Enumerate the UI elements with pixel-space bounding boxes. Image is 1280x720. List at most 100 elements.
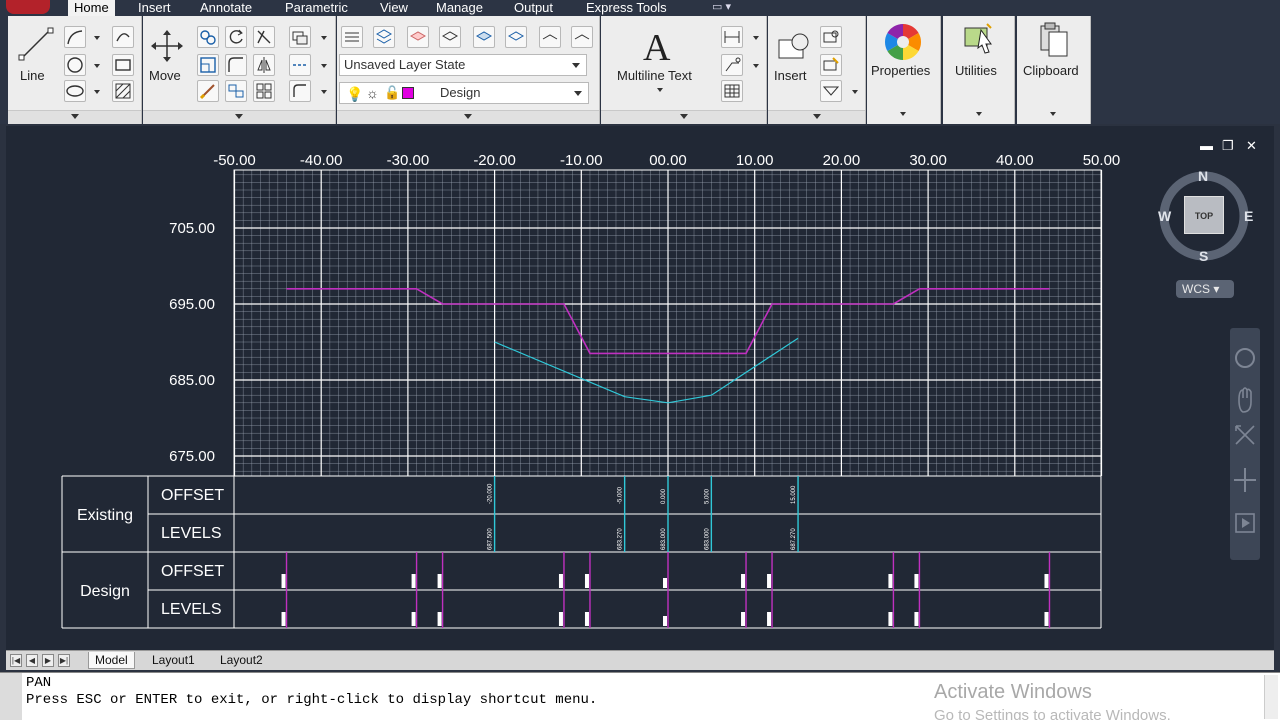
showmotion-icon[interactable] <box>1230 508 1260 542</box>
layer-lock-icon[interactable] <box>571 26 593 48</box>
tab-view[interactable]: View <box>380 0 408 16</box>
tab-annotate[interactable]: Annotate <box>200 0 252 16</box>
fillet-icon[interactable] <box>225 54 247 76</box>
tab-express-tools[interactable]: Express Tools <box>586 0 667 16</box>
drawing-canvas[interactable]: -50.00 -40.00 -30.00 -20.00 -10.00 00.00 10.00… <box>6 126 1274 650</box>
ellipse-dropdown-icon[interactable] <box>94 90 100 94</box>
attribute-dropdown-icon[interactable] <box>852 90 858 94</box>
polyline-icon[interactable] <box>64 26 86 48</box>
layer-properties-icon[interactable] <box>341 26 363 48</box>
circle-icon[interactable] <box>64 54 86 76</box>
utilities-label: Utilities <box>955 63 997 78</box>
line-icon[interactable] <box>16 24 56 64</box>
existing-level-label: 683.000 <box>661 528 667 550</box>
ribbon-minimize-icon[interactable]: ▭ ▾ <box>712 0 731 13</box>
zoom-extents-icon[interactable] <box>1230 420 1260 454</box>
layer-state-dropdown[interactable]: Unsaved Layer State <box>339 54 587 76</box>
stretch-icon[interactable] <box>197 54 219 76</box>
move-icon[interactable] <box>149 28 185 64</box>
mirror-icon[interactable] <box>253 54 275 76</box>
viewcube-top-face[interactable]: TOP <box>1184 196 1224 234</box>
properties-panel[interactable]: Properties <box>867 16 941 124</box>
command-line[interactable]: PAN Press ESC or ENTER to exit, or right… <box>0 672 1280 720</box>
leader-icon[interactable] <box>721 54 743 76</box>
clipboard-panel[interactable]: Clipboard <box>1017 16 1091 124</box>
block-panel-expander[interactable] <box>768 110 865 124</box>
compass-west[interactable]: W <box>1158 208 1171 224</box>
layer-isolate-icon[interactable] <box>407 26 429 48</box>
first-layout-icon[interactable]: |◀ <box>10 654 22 667</box>
tab-home[interactable]: Home <box>68 0 115 16</box>
properties-dropdown-icon[interactable] <box>900 112 906 116</box>
multiline-text-icon[interactable]: A <box>643 26 670 70</box>
attribute-icon[interactable] <box>820 80 842 102</box>
offset-dropdown-icon[interactable] <box>321 90 327 94</box>
layer-states-icon[interactable] <box>373 26 395 48</box>
command-line-grip[interactable] <box>0 673 22 720</box>
viewport-minimize-icon[interactable]: ▬ <box>1200 138 1213 153</box>
application-menu-button[interactable] <box>6 0 50 14</box>
explode-dropdown-icon[interactable] <box>321 64 327 68</box>
offset-icon[interactable] <box>289 80 311 102</box>
layer-unisolate-icon[interactable] <box>439 26 461 48</box>
orbit-icon[interactable] <box>1230 464 1260 498</box>
scale-icon[interactable] <box>197 80 219 102</box>
next-layout-icon[interactable]: ▶ <box>42 654 54 667</box>
insert-block-icon[interactable] <box>776 30 812 66</box>
command-line-scrollbar[interactable] <box>1264 675 1278 719</box>
last-layout-icon[interactable]: ▶| <box>58 654 70 667</box>
array-icon[interactable] <box>225 80 247 102</box>
copy-icon[interactable] <box>197 26 219 48</box>
layer-color-swatch <box>402 87 414 99</box>
tab-manage[interactable]: Manage <box>436 0 483 16</box>
wcs-menu[interactable]: WCS ▾ <box>1176 280 1234 298</box>
hatch-icon[interactable] <box>112 80 134 102</box>
layer-walk-icon[interactable] <box>539 26 561 48</box>
rotate-icon[interactable] <box>225 26 247 48</box>
rectangle-icon[interactable] <box>112 54 134 76</box>
tab-output[interactable]: Output <box>514 0 553 16</box>
layers-panel: Unsaved Layer State 💡 ☼ 🔓 Design <box>337 16 600 124</box>
layer-off-icon[interactable] <box>505 26 527 48</box>
create-block-icon[interactable] <box>820 26 842 48</box>
tab-layout1[interactable]: Layout1 <box>146 652 201 669</box>
arc-icon[interactable] <box>112 26 134 48</box>
viewport-restore-icon[interactable]: ❐ <box>1222 138 1234 154</box>
polyline-dropdown-icon[interactable] <box>94 36 100 40</box>
annotation-panel-expander[interactable] <box>601 110 766 124</box>
modify-panel-expander[interactable] <box>143 110 335 124</box>
viewcube[interactable]: TOP N S W E <box>1154 168 1254 270</box>
layer-dropdown[interactable]: 💡 ☼ 🔓 Design <box>339 82 589 104</box>
dimension-dropdown-icon[interactable] <box>753 36 759 40</box>
table-icon[interactable] <box>721 80 743 102</box>
compass-east[interactable]: E <box>1244 208 1253 224</box>
leader-dropdown-icon[interactable] <box>753 64 759 68</box>
text-dropdown-icon[interactable] <box>657 88 663 92</box>
circle-dropdown-icon[interactable] <box>94 64 100 68</box>
layer-freeze-icon[interactable] <box>473 26 495 48</box>
steering-wheel-icon[interactable] <box>1230 328 1260 378</box>
erase-dropdown-icon[interactable] <box>321 36 327 40</box>
prev-layout-icon[interactable]: ◀ <box>26 654 38 667</box>
compass-north[interactable]: N <box>1198 168 1208 184</box>
rectangular-array-icon[interactable] <box>253 80 275 102</box>
layers-panel-expander[interactable] <box>337 110 599 124</box>
compass-south[interactable]: S <box>1199 248 1208 264</box>
dimension-icon[interactable] <box>721 26 743 48</box>
erase-icon[interactable] <box>289 26 311 48</box>
draw-panel-expander[interactable] <box>8 110 141 124</box>
viewport-close-icon[interactable]: ✕ <box>1246 138 1257 154</box>
pan-icon[interactable] <box>1230 384 1260 418</box>
explode-icon[interactable] <box>289 54 311 76</box>
tab-insert[interactable]: Insert <box>138 0 171 16</box>
clipboard-dropdown-icon[interactable] <box>1050 112 1056 116</box>
tab-model[interactable]: Model <box>88 652 135 669</box>
edit-block-icon[interactable] <box>820 54 842 76</box>
ellipse-icon[interactable] <box>64 80 86 102</box>
utilities-dropdown-icon[interactable] <box>976 112 982 116</box>
cross-section-drawing[interactable]: -50.00 -40.00 -30.00 -20.00 -10.00 00.00 10.00… <box>6 126 1274 650</box>
tab-parametric[interactable]: Parametric <box>285 0 348 16</box>
utilities-panel[interactable]: Utilities <box>943 16 1015 124</box>
trim-icon[interactable] <box>253 26 275 48</box>
tab-layout2[interactable]: Layout2 <box>214 652 269 669</box>
